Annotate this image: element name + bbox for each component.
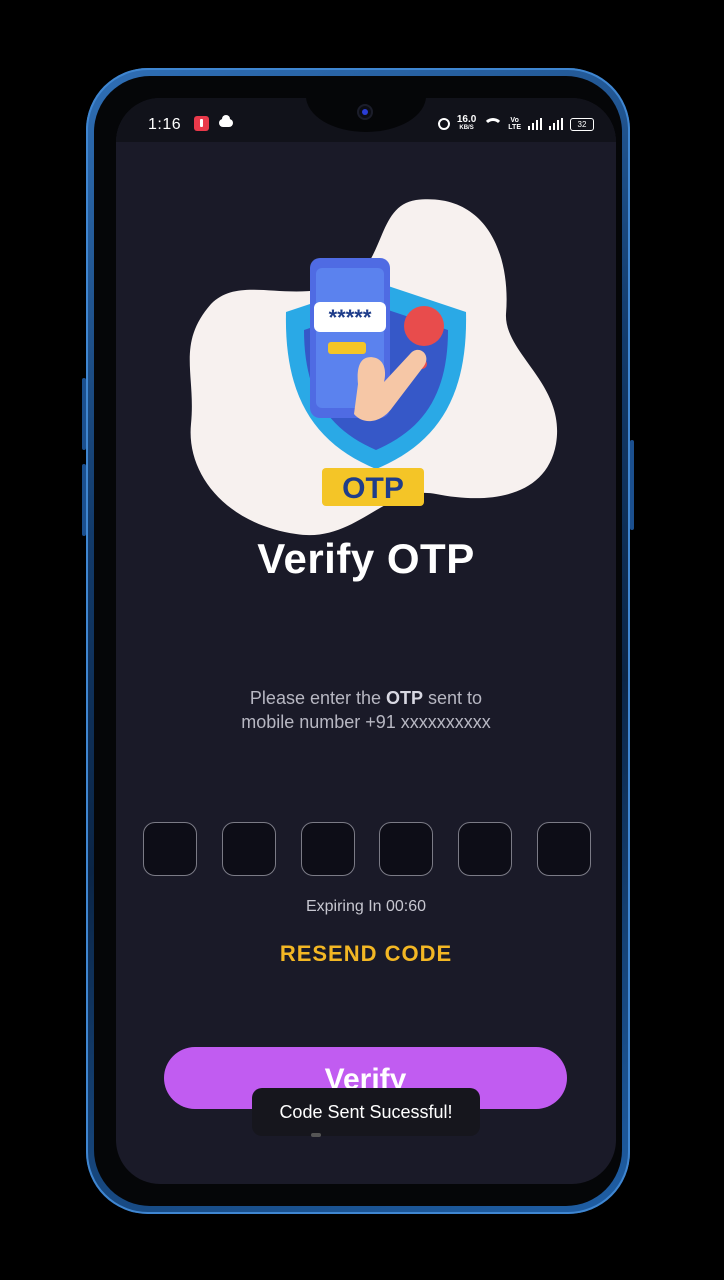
- otp-digit-5[interactable]: [458, 822, 513, 876]
- network-speed-unit: KB/S: [459, 125, 474, 131]
- masked-code: *****: [329, 305, 372, 330]
- battery-icon: 32: [570, 117, 594, 131]
- code-field: [328, 342, 366, 354]
- toast-message: Code Sent Sucessful!: [252, 1088, 480, 1136]
- volte-bottom: LTE: [508, 124, 521, 131]
- instruction-suffix: sent to: [423, 688, 483, 708]
- resend-code-button[interactable]: RESEND CODE: [116, 941, 616, 967]
- otp-illustration: ***** OTP: [189, 199, 558, 536]
- otp-input-row: [143, 822, 591, 878]
- otp-digit-4[interactable]: [379, 822, 434, 876]
- home-indicator: [311, 1133, 321, 1137]
- phone-frame: 1:16 16.0 KB/S Vo LTE 32 ***** OTP Verif…: [82, 68, 634, 1214]
- status-bar: 1:16 16.0 KB/S Vo LTE 32: [116, 98, 616, 142]
- page-title: Verify OTP: [257, 535, 475, 582]
- status-time: 1:16: [148, 116, 182, 133]
- notification-app-icon: [194, 116, 209, 131]
- volume-button-lower: [82, 464, 86, 536]
- wifi-icon: [483, 118, 502, 130]
- otp-badge-text: OTP: [342, 472, 404, 505]
- otp-digit-2[interactable]: [221, 822, 276, 876]
- instruction-text: Please enter the OTP sent to mobile numb…: [116, 686, 616, 734]
- otp-digit-6[interactable]: [536, 822, 591, 876]
- volume-button: [82, 378, 86, 450]
- network-speed: 16.0 KB/S: [457, 115, 476, 133]
- otp-digit-3[interactable]: [300, 822, 355, 876]
- app-screen: 1:16 16.0 KB/S Vo LTE 32 ***** OTP Verif…: [116, 98, 616, 1184]
- bezel: 1:16 16.0 KB/S Vo LTE 32 ***** OTP Verif…: [94, 76, 622, 1206]
- volte-top: Vo: [510, 117, 519, 124]
- instruction-line2: mobile number +91 xxxxxxxxxx: [241, 712, 491, 732]
- power-button: [630, 440, 634, 530]
- alarm-icon: [437, 118, 450, 130]
- notification-dot: [404, 306, 444, 346]
- status-icons: 16.0 KB/S Vo LTE 32: [437, 112, 594, 136]
- signal-icon: [528, 118, 542, 130]
- signal-icon-2: [549, 118, 563, 130]
- otp-digit-1[interactable]: [143, 822, 197, 876]
- front-camera: [357, 104, 373, 120]
- cloud-icon: [219, 115, 233, 127]
- network-speed-value: 16.0: [456, 114, 477, 125]
- volte-icon: Vo LTE: [508, 117, 521, 131]
- instruction-prefix: Please enter the: [249, 688, 387, 708]
- expiry-timer: Expiring In 00:60: [305, 898, 427, 915]
- instruction-bold: OTP: [386, 688, 424, 708]
